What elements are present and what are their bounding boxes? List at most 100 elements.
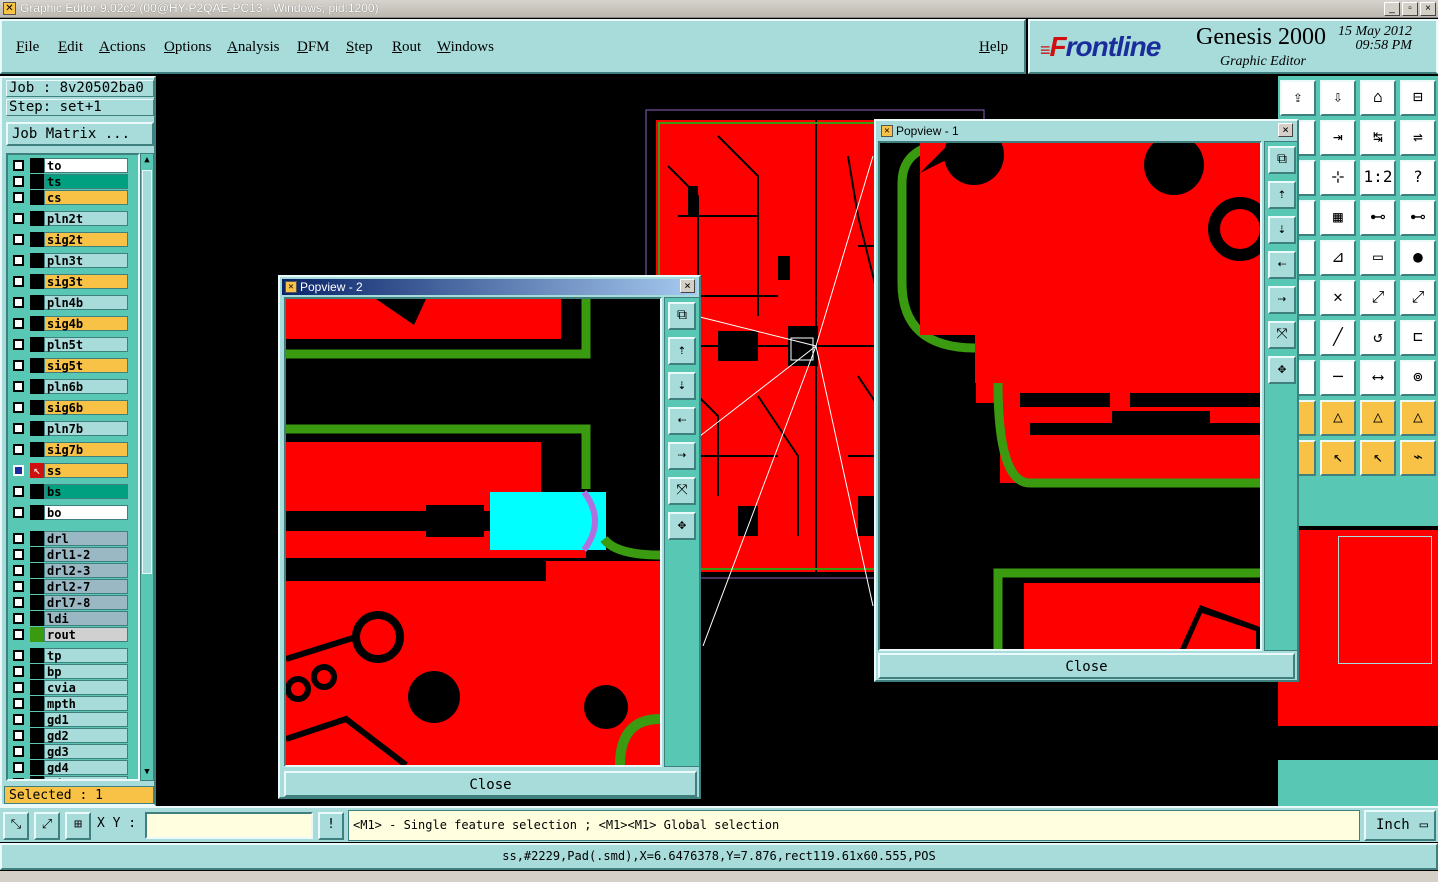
menu-step[interactable]: Step: [346, 39, 373, 56]
overview-map[interactable]: [1278, 526, 1438, 726]
tool-button-icon[interactable]: ⊏: [1400, 320, 1436, 356]
layer-row-pln5t[interactable]: pln5t: [10, 337, 136, 352]
popview-1-close-icon[interactable]: ×: [1278, 123, 1293, 137]
layer-affected-indicator[interactable]: [30, 776, 44, 779]
layer-row-sig7b[interactable]: sig7b: [10, 442, 136, 457]
tool-button-icon[interactable]: ⊿: [1320, 240, 1356, 276]
tool-button-icon[interactable]: △: [1400, 400, 1436, 436]
layer-affected-indicator[interactable]: [30, 190, 44, 205]
layer-row-drl1-2[interactable]: drl1-2: [10, 547, 136, 562]
menu-file[interactable]: File: [16, 39, 39, 56]
tool-button-icon[interactable]: ↺: [1360, 320, 1396, 356]
grid-icon[interactable]: ⊞: [65, 812, 91, 840]
info-button[interactable]: !: [318, 812, 344, 840]
tool-button-icon[interactable]: ⇌: [1400, 120, 1436, 156]
layer-affected-indicator[interactable]: [30, 760, 44, 775]
layer-affected-indicator[interactable]: [30, 563, 44, 578]
tool-button-icon[interactable]: △: [1360, 400, 1396, 436]
tool-button-icon[interactable]: ⊚: [1400, 360, 1436, 396]
layer-checkbox[interactable]: [13, 486, 24, 497]
pv2-pan-left-icon[interactable]: ⇠: [668, 407, 696, 435]
tool-button-icon[interactable]: ⌂: [1360, 80, 1396, 116]
layer-affected-indicator[interactable]: [30, 595, 44, 610]
pv1-pan-left-icon[interactable]: ⇠: [1268, 251, 1296, 279]
layer-row-to[interactable]: to: [10, 158, 136, 173]
layer-row-pln2t[interactable]: pln2t: [10, 211, 136, 226]
popview-1-titlebar[interactable]: Popview - 1: [878, 123, 1295, 139]
layer-checkbox[interactable]: [13, 698, 24, 709]
layer-row-pln3t[interactable]: pln3t: [10, 253, 136, 268]
maximize-button[interactable]: ▫: [1402, 2, 1418, 16]
layer-checkbox[interactable]: [13, 533, 24, 544]
menu-windows[interactable]: Windows: [437, 39, 494, 56]
snap-icon[interactable]: ⤡: [3, 812, 29, 840]
layer-checkbox[interactable]: [13, 730, 24, 741]
layer-row-sig4b[interactable]: sig4b: [10, 316, 136, 331]
layer-checkbox[interactable]: [13, 234, 24, 245]
layer-checkbox[interactable]: [13, 465, 24, 476]
scroll-thumb[interactable]: [142, 170, 152, 574]
layer-scrollbar[interactable]: ▲ ▼: [140, 153, 154, 781]
units-dropdown[interactable]: Inch ▭: [1364, 810, 1436, 841]
tool-button-icon[interactable]: ╱: [1320, 320, 1356, 356]
layer-checkbox[interactable]: [13, 255, 24, 266]
layer-checkbox[interactable]: [13, 444, 24, 455]
scroll-up-icon[interactable]: ▲: [142, 155, 152, 167]
pv2-pan-up-icon[interactable]: ⇡: [668, 337, 696, 365]
pv1-pan-up-icon[interactable]: ⇡: [1268, 181, 1296, 209]
layer-row-bp[interactable]: bp: [10, 664, 136, 679]
layer-checkbox[interactable]: [13, 339, 24, 350]
scroll-down-icon[interactable]: ▼: [142, 767, 152, 779]
layer-checkbox[interactable]: [13, 318, 24, 329]
layer-checkbox[interactable]: [13, 192, 24, 203]
popview-1-close-button[interactable]: Close: [878, 653, 1295, 679]
layer-row-ts[interactable]: ts: [10, 174, 136, 189]
layer-affected-indicator[interactable]: [30, 611, 44, 626]
popview-1-canvas[interactable]: [878, 141, 1262, 651]
job-matrix-button[interactable]: Job Matrix ...: [6, 122, 154, 146]
layer-row-cs[interactable]: cs: [10, 190, 136, 205]
layer-affected-indicator[interactable]: [30, 379, 44, 394]
tool-button-icon[interactable]: ⇩: [1320, 80, 1356, 116]
layer-checkbox[interactable]: [13, 746, 24, 757]
layer-checkbox[interactable]: [13, 507, 24, 518]
tool-button-icon[interactable]: ⊷: [1360, 200, 1396, 236]
layer-affected-indicator[interactable]: [30, 174, 44, 189]
layer-affected-indicator[interactable]: [30, 274, 44, 289]
tool-button-icon[interactable]: ⇥: [1320, 120, 1356, 156]
layer-affected-indicator[interactable]: [30, 680, 44, 695]
pv2-zoom-in-icon[interactable]: ✥: [668, 512, 696, 540]
layer-row-pln4b[interactable]: pln4b: [10, 295, 136, 310]
layer-checkbox[interactable]: [13, 714, 24, 725]
tool-button-icon[interactable]: ⇪: [1280, 80, 1316, 116]
tool-button-icon[interactable]: ⤢: [1360, 280, 1396, 316]
tool-button-icon[interactable]: 1:2: [1360, 160, 1396, 196]
pv2-pan-down-icon[interactable]: ⇣: [668, 372, 696, 400]
pv1-pan-down-icon[interactable]: ⇣: [1268, 216, 1296, 244]
layer-checkbox[interactable]: [13, 381, 24, 392]
layer-checkbox[interactable]: [13, 666, 24, 677]
tool-button-icon[interactable]: ⊟: [1400, 80, 1436, 116]
menu-analysis[interactable]: Analysis: [227, 39, 280, 56]
layer-affected-indicator[interactable]: [30, 664, 44, 679]
layer-row-gd4[interactable]: gd4: [10, 760, 136, 775]
tool-button-icon[interactable]: ⊹: [1320, 160, 1356, 196]
layer-affected-indicator[interactable]: [30, 484, 44, 499]
menu-actions[interactable]: Actions: [99, 39, 146, 56]
layer-affected-indicator[interactable]: [30, 295, 44, 310]
layer-checkbox[interactable]: [13, 176, 24, 187]
layer-row-gd3[interactable]: gd3: [10, 744, 136, 759]
layer-checkbox[interactable]: [13, 778, 24, 779]
layer-affected-indicator[interactable]: [30, 547, 44, 562]
pv1-zoom-out-icon[interactable]: ⤧: [1268, 321, 1296, 349]
layer-row-drl2-7[interactable]: drl2-7: [10, 579, 136, 594]
layer-affected-indicator[interactable]: [30, 211, 44, 226]
tool-button-icon[interactable]: ▭: [1360, 240, 1396, 276]
layer-row-gd5[interactable]: gd5: [10, 776, 136, 779]
layer-checkbox[interactable]: [13, 213, 24, 224]
tool-button-icon[interactable]: ?: [1400, 160, 1436, 196]
pv1-pan-right-icon[interactable]: ⇢: [1268, 286, 1296, 314]
tool-button-icon[interactable]: ✕: [1320, 280, 1356, 316]
menu-options[interactable]: Options: [164, 39, 212, 56]
layer-row-sig6b[interactable]: sig6b: [10, 400, 136, 415]
